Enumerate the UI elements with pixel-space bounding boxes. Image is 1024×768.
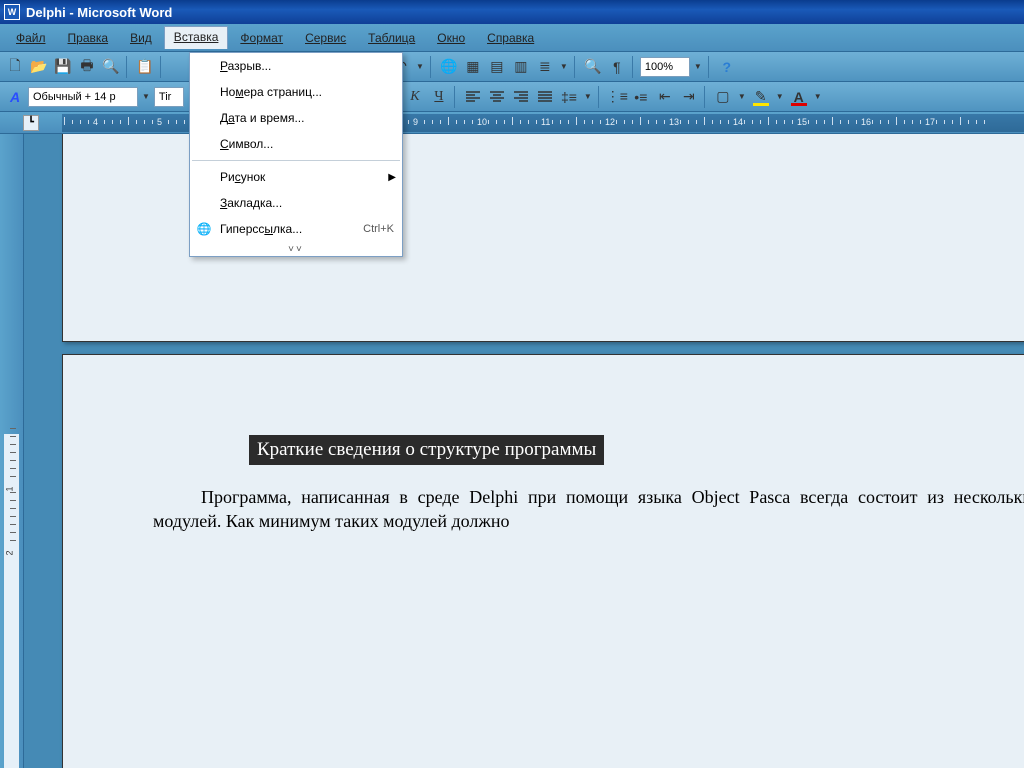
menu-file[interactable]: Файл [6,27,56,49]
separator [126,56,130,78]
menu-insert[interactable]: Вставка [164,26,229,49]
menu-help[interactable]: Справка [477,27,544,49]
menu-view[interactable]: Вид [120,27,162,49]
menu-item-symbol[interactable]: Символ... [190,131,402,157]
shortcut-label: Ctrl+K [363,223,394,235]
menu-item-break[interactable]: Разрыв... [190,53,402,79]
menu-item-page-numbers[interactable]: Номера страниц... [190,79,402,105]
document-area: 1212 Краткие сведения о структуре програ… [0,134,1024,768]
submenu-arrow-icon: ▶ [388,172,396,183]
borders-icon[interactable]: ▢ [712,86,734,108]
dropdown-icon[interactable]: ▼ [812,92,824,101]
print-icon[interactable]: 🖶 [76,56,98,78]
dropdown-icon[interactable]: ▼ [558,62,570,71]
menu-format[interactable]: Формат [230,27,293,49]
insert-menu-dropdown: Разрыв... Номера страниц... Дата и время… [189,52,403,257]
increase-indent-icon[interactable]: ⇥ [678,86,700,108]
separator [632,56,636,78]
align-center-icon[interactable] [486,86,508,108]
line-spacing-icon[interactable]: ‡≡ [558,86,580,108]
dropdown-icon[interactable]: ▼ [692,62,704,71]
menu-item-bookmark[interactable]: Закладка... [190,190,402,216]
menu-expand[interactable]: ˅˅ [190,242,402,256]
window-title: Delphi - Microsoft Word [26,5,172,20]
highlight-icon[interactable]: ✎ [750,86,772,108]
hyperlink-icon: 🌐 [196,221,212,237]
separator [598,86,602,108]
separator [454,86,458,108]
menu-item-hyperlink[interactable]: 🌐Гиперссылка...Ctrl+K [190,216,402,242]
tab-selector[interactable]: ┗ [0,114,62,132]
app-icon: W [4,4,20,20]
dropdown-icon[interactable]: ▼ [140,92,152,101]
show-hide-icon[interactable]: ¶ [606,56,628,78]
ruler-bar: ┗ 34567891011121314151617 [0,112,1024,134]
font-value: Tir [159,91,171,103]
help-icon[interactable]: ? [716,56,738,78]
separator [708,56,712,78]
new-icon[interactable]: 🗋 [4,56,26,78]
zoom-field[interactable]: 100% [640,57,690,77]
columns-icon[interactable]: ≣ [534,56,556,78]
dropdown-icon[interactable]: ▼ [774,92,786,101]
font-color-icon[interactable]: A [788,86,810,108]
body-text[interactable]: Программа, написанная в среде Delphi при… [153,485,1024,534]
decrease-indent-icon[interactable]: ⇤ [654,86,676,108]
font-field[interactable]: Tir [154,87,184,107]
style-value: Обычный + 14 p [33,91,116,103]
italic-icon[interactable]: К [404,86,426,108]
formatting-toolbar: A Обычный + 14 p▼ Tir К Ч ‡≡▼ ⋮≡ •≡ ⇤ ⇥ … [0,82,1024,112]
dropdown-icon[interactable]: ▼ [736,92,748,101]
excel-icon[interactable]: ▥ [510,56,532,78]
paragraph-text: Программа, написанная в среде Delphi при… [153,487,1024,531]
style-field[interactable]: Обычный + 14 p [28,87,138,107]
menu-tools[interactable]: Сервис [295,27,356,49]
tables-borders-icon[interactable]: ▦ [462,56,484,78]
separator [430,56,434,78]
menu-window[interactable]: Окно [427,27,475,49]
separator [574,56,578,78]
separator [160,56,164,78]
bulleted-list-icon[interactable]: •≡ [630,86,652,108]
chevron-down-icon: ˅˅ [288,244,304,255]
save-icon[interactable]: 💾 [52,56,74,78]
copy-icon[interactable]: 📋 [134,56,156,78]
hyperlink-icon[interactable]: 🌐 [438,56,460,78]
document-scroll[interactable]: Краткие сведения о структуре программы П… [24,134,1024,768]
doc-map-icon[interactable]: 🔍 [582,56,604,78]
open-icon[interactable]: 📂 [28,56,50,78]
align-right-icon[interactable] [510,86,532,108]
menu-item-date-time[interactable]: Дата и время... [190,105,402,131]
selected-heading[interactable]: Краткие сведения о структуре программы [249,435,604,465]
align-left-icon[interactable] [462,86,484,108]
vertical-ruler[interactable]: 1212 [0,134,24,768]
print-preview-icon[interactable]: 🔍 [100,56,122,78]
menu-edit[interactable]: Правка [58,27,119,49]
align-justify-icon[interactable] [534,86,556,108]
numbered-list-icon[interactable]: ⋮≡ [606,86,628,108]
menu-separator [192,160,400,161]
page-current[interactable]: Краткие сведения о структуре программы П… [62,354,1024,768]
menu-item-picture[interactable]: Рисунок▶ [190,164,402,190]
insert-table-icon[interactable]: ▤ [486,56,508,78]
dropdown-icon[interactable]: ▼ [582,92,594,101]
underline-icon[interactable]: Ч [428,86,450,108]
standard-toolbar: 🗋 📂 💾 🖶 🔍 📋 ↶▼ 🌐 ▦ ▤ ▥ ≣ ▼ 🔍 ¶ 100%▼ ? [0,52,1024,82]
title-bar: W Delphi - Microsoft Word [0,0,1024,24]
styles-pane-icon[interactable]: A [4,86,26,108]
zoom-value: 100% [645,61,673,73]
dropdown-icon[interactable]: ▼ [414,62,426,71]
menu-bar: Файл Правка Вид Вставка Формат Сервис Та… [0,24,1024,52]
separator [704,86,708,108]
menu-table[interactable]: Таблица [358,27,425,49]
